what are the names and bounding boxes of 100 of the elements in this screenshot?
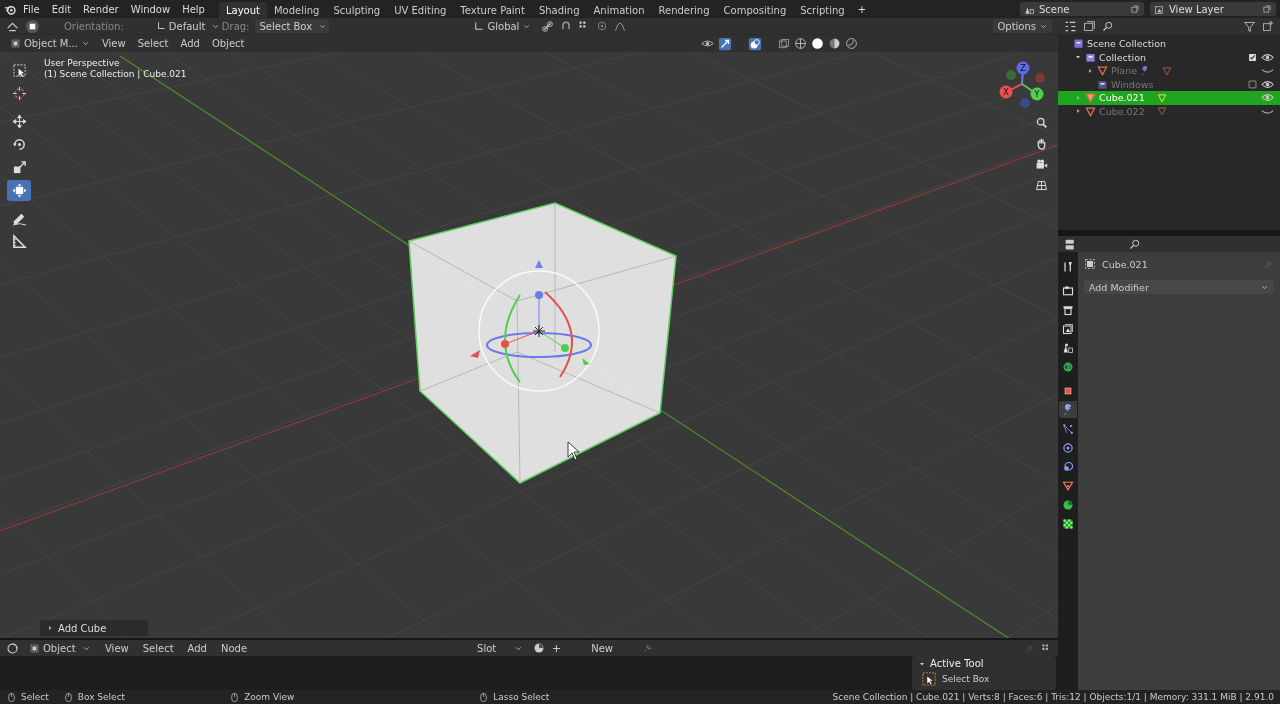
outliner-row[interactable]: Collection <box>1058 50 1280 64</box>
falloff-curve-icon[interactable] <box>614 20 627 32</box>
checked-checkbox-icon[interactable] <box>1247 51 1258 63</box>
properties-editor-icon[interactable] <box>1064 237 1077 251</box>
gizmo-toggle-icon[interactable] <box>718 36 732 51</box>
workspace-tab[interactable]: Layout <box>218 2 267 18</box>
scene-selector[interactable]: Scene <box>1020 2 1144 16</box>
image-stack-icon <box>1154 3 1165 15</box>
new-material-button[interactable]: New <box>568 641 637 655</box>
outliner-editor-icon[interactable] <box>1064 19 1077 33</box>
proportional-edit-icon[interactable] <box>596 20 609 32</box>
cube-drawing[interactable] <box>408 202 677 484</box>
mode-dropdown[interactable]: Object M... <box>6 36 94 51</box>
menu-item[interactable]: Window <box>124 0 177 18</box>
link-icon <box>1062 460 1074 473</box>
search-icon[interactable] <box>1129 238 1141 250</box>
panel-title[interactable]: Add Cube <box>58 622 107 634</box>
header-menu[interactable]: Object <box>207 36 249 51</box>
panel-title[interactable]: Active Tool <box>930 658 984 669</box>
material-sphere-icon[interactable] <box>533 642 546 654</box>
header-menu[interactable]: Add <box>183 641 211 655</box>
visibility-icon[interactable] <box>701 37 714 50</box>
header-menu[interactable]: Node <box>216 641 252 655</box>
header-menu[interactable]: Select <box>138 641 178 655</box>
drag-dropdown[interactable]: Select Box <box>255 19 330 33</box>
axis-handle[interactable]: Y <box>1030 87 1044 101</box>
checkbox-icon[interactable] <box>1247 78 1258 90</box>
shortcut-hint: Zoom View <box>244 692 295 702</box>
view-layer-selector[interactable]: View Layer <box>1150 2 1276 16</box>
menu-item[interactable]: File <box>17 0 46 18</box>
collapsed-arrow-icon[interactable] <box>1074 107 1082 116</box>
transform-icon <box>11 183 27 198</box>
new-collection-icon[interactable] <box>1262 20 1274 32</box>
xray-icon[interactable] <box>778 37 790 50</box>
axes-icon <box>155 21 166 31</box>
slot-dropdown[interactable]: Slot <box>473 641 528 655</box>
overlay-toggle-icon[interactable] <box>748 36 762 51</box>
header-menu[interactable]: Add <box>176 36 204 51</box>
rendered-shading-icon[interactable] <box>845 37 858 50</box>
copy-icon[interactable] <box>1262 4 1272 14</box>
transform-orientation-dropdown[interactable]: Global <box>469 19 536 33</box>
editor-type-icon[interactable] <box>6 641 19 655</box>
workspace-tab[interactable]: Shading <box>531 2 587 18</box>
workspace-tab[interactable]: Rendering <box>651 2 717 18</box>
transform-icon[interactable] <box>25 18 40 34</box>
add-modifier-dropdown[interactable]: Add Modifier <box>1084 280 1274 294</box>
copy-icon[interactable] <box>1130 4 1140 14</box>
magnet-icon[interactable] <box>560 20 573 32</box>
mesh-triangle-icon <box>1085 92 1096 104</box>
editor-type-icon[interactable] <box>6 19 19 33</box>
object-mode-icon <box>10 38 21 49</box>
globe-icon <box>1062 360 1074 373</box>
workspace-tab[interactable]: Scripting <box>793 2 852 18</box>
tools-icon <box>1062 260 1074 273</box>
add-workspace-button[interactable]: + <box>851 0 873 18</box>
transform-tool[interactable] <box>7 180 31 201</box>
plus-icon[interactable] <box>551 642 563 654</box>
solid-shading-icon[interactable] <box>811 37 824 50</box>
workspace-tab[interactable]: Compositing <box>716 2 794 18</box>
object-mode-icon <box>29 642 40 654</box>
object-name: Cube.021 <box>1102 258 1148 270</box>
header-menu[interactable]: Select <box>133 36 173 51</box>
workspace-tab[interactable]: Texture Paint <box>453 2 532 18</box>
filter-icon[interactable] <box>1243 19 1256 33</box>
outliner-item-label[interactable]: Scene Collection <box>1087 38 1166 50</box>
outliner-item-label[interactable]: Collection <box>1099 51 1146 63</box>
last-operation-panel[interactable]: Add Cube <box>40 620 148 636</box>
search-icon[interactable] <box>1102 20 1114 32</box>
select-box-icon <box>922 672 936 686</box>
workspace-tab[interactable]: Sculpting <box>326 2 388 18</box>
orbit-icon <box>1062 441 1074 454</box>
material-shading-icon[interactable] <box>828 37 841 50</box>
wireframe-shading-icon[interactable] <box>794 37 807 50</box>
workspace-tab[interactable]: Animation <box>586 2 652 18</box>
axis-handle[interactable]: Z <box>1016 61 1030 75</box>
workspace-tab[interactable]: UV Editing <box>387 2 454 18</box>
collapsed-arrow-icon <box>46 624 54 632</box>
orientation-label: Orientation: <box>64 20 124 32</box>
orientation-dropdown[interactable]: Default <box>151 19 216 33</box>
rotate-icon <box>11 137 27 152</box>
menu-item[interactable]: Edit <box>45 0 78 18</box>
display-mode-icon[interactable] <box>1083 19 1096 33</box>
mouse-icon <box>229 691 241 703</box>
shader-type-dropdown[interactable]: Object <box>25 641 95 655</box>
shapes-icon <box>1062 341 1074 354</box>
pivot-link-icon[interactable] <box>541 19 555 33</box>
scene-statistics: Scene Collection | Cube.021 | Verts:8 | Faces:6 | Tris:12 | Objects:1/1 | Memory: 331.1 MiB | 2.91.0 <box>832 692 1274 702</box>
header-menu[interactable]: View <box>97 36 130 51</box>
workspace-tab[interactable]: Modeling <box>266 2 327 18</box>
axis-handle[interactable]: X <box>999 85 1013 99</box>
menu-item[interactable]: Help <box>176 0 211 18</box>
menu-item[interactable]: Render <box>77 0 125 18</box>
collapsed-arrow-icon[interactable] <box>1086 66 1094 75</box>
image-stack-icon <box>1062 322 1074 335</box>
shortcut-hint: Box Select <box>77 692 126 702</box>
shortcut-hint: Select <box>21 692 49 702</box>
options-dropdown[interactable]: Options <box>993 19 1052 33</box>
header-menu[interactable]: View <box>101 641 133 655</box>
outliner-row[interactable]: Scene Collection <box>1058 37 1280 51</box>
wrench-tab[interactable] <box>1059 401 1077 418</box>
